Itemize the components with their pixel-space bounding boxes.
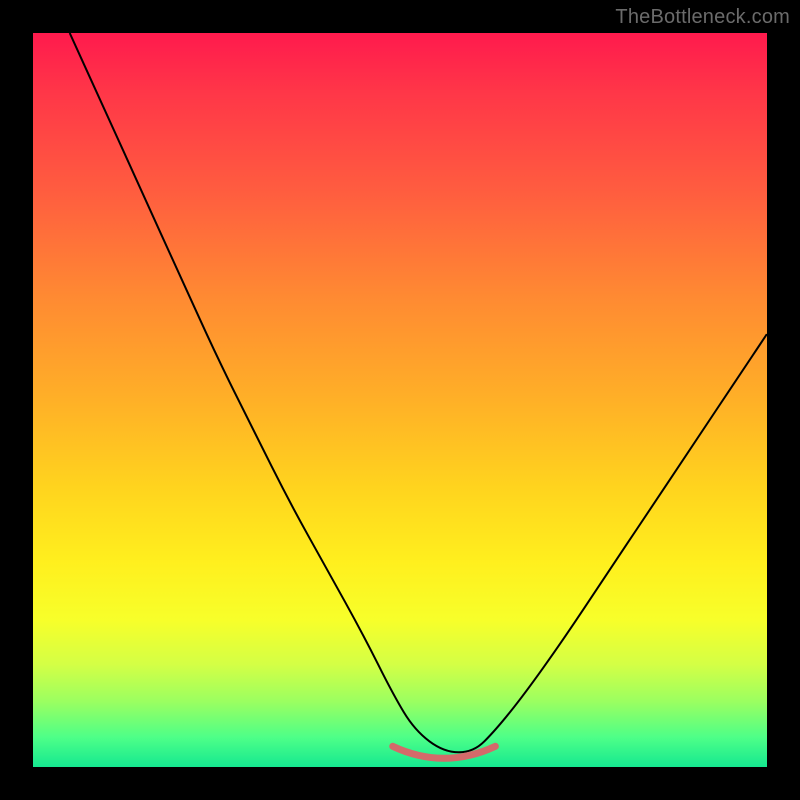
bottleneck-curve (70, 33, 767, 752)
chart-svg (33, 33, 767, 767)
plot-area (33, 33, 767, 767)
watermark-text: TheBottleneck.com (615, 6, 790, 29)
chart-frame: TheBottleneck.com (0, 0, 800, 800)
valley-highlight (393, 746, 496, 758)
